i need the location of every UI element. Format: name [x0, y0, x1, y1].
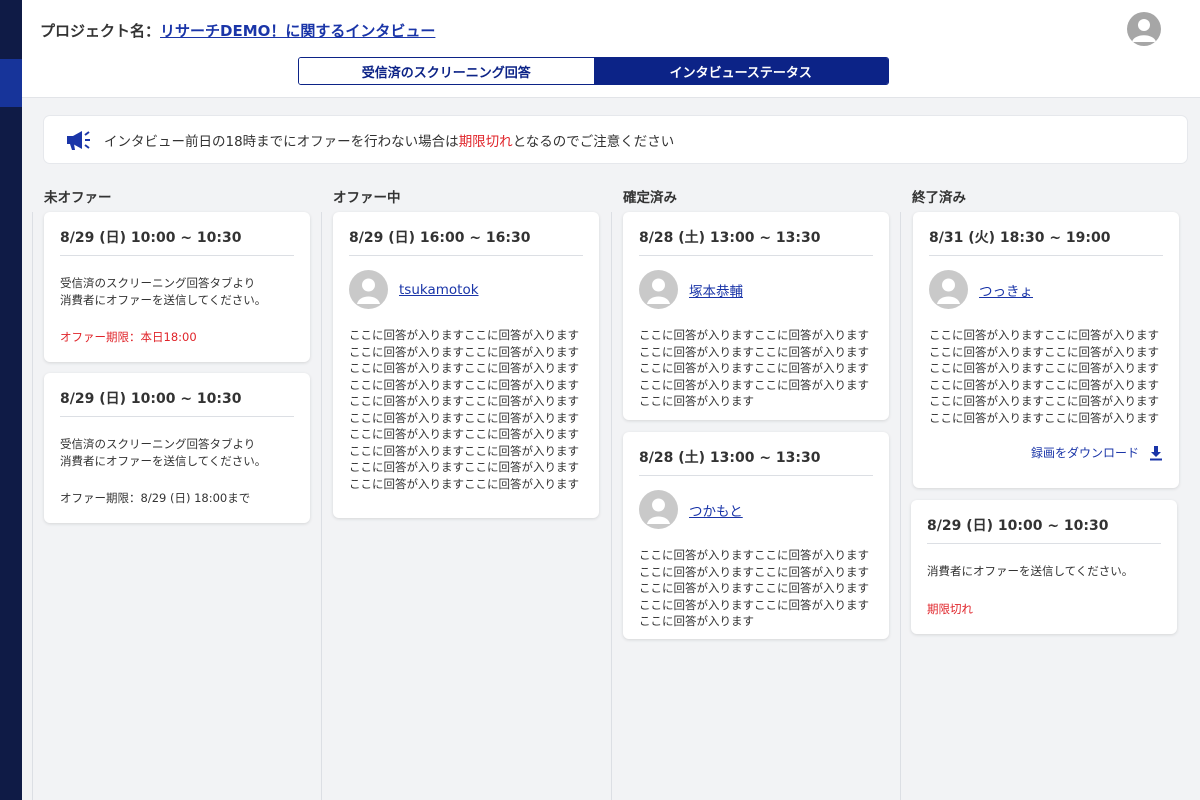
interview-card[interactable]: 8/29 (日) 10:00 ~ 10:30 消費者にオファーを送信してください…: [911, 500, 1177, 634]
answer-text: ここに回答が入りますここに回答が入りますここに回答が入りますここに回答が入ります…: [929, 328, 1159, 425]
sidebar-active-item[interactable]: [0, 59, 22, 107]
notice-banner: インタビュー前日の18時までにオファーを行わない場合は期限切れとなるのでご注意く…: [44, 116, 1187, 163]
card-date: 8/29 (日) 10:00 ~ 10:30: [60, 373, 294, 417]
download-recording-button[interactable]: 録画をダウンロード: [929, 444, 1163, 461]
column-title: オファー中: [333, 190, 401, 206]
card-date: 8/29 (日) 10:00 ~ 10:30: [60, 212, 294, 256]
project-label: プロジェクト名：: [40, 22, 161, 40]
expired-status: 期限切れ: [927, 601, 973, 616]
interview-card[interactable]: 8/29 (日) 16:00 ~ 16:30 tsukamotok ここに回答が…: [333, 212, 599, 518]
avatar-icon: [349, 270, 388, 309]
avatar-icon: [929, 270, 968, 309]
tab-screening-responses[interactable]: 受信済のスクリーニング回答: [299, 58, 594, 84]
answer-text: ここに回答が入りますここに回答が入りますここに回答が入りますここに回答が入ります…: [639, 328, 869, 408]
card-date: 8/28 (土) 13:00 ~ 13:30: [639, 212, 873, 256]
offer-deadline: オファー期限：8/29 (日) 18:00まで: [60, 491, 251, 505]
interview-card[interactable]: 8/29 (日) 10:00 ~ 10:30 受信済のスクリーニング回答タブより…: [44, 212, 310, 362]
respondent-name-link[interactable]: 塚本恭輔: [689, 280, 743, 300]
column-title: 未オファー: [44, 190, 112, 206]
notice-text: インタビュー前日の18時までにオファーを行わない場合は期限切れとなるのでご注意く…: [104, 133, 675, 150]
card-message: 受信済のスクリーニング回答タブより 消費者にオファーを送信してください。: [60, 437, 267, 468]
respondent-row: tsukamotok: [349, 270, 583, 309]
sidebar: [0, 0, 22, 800]
avatar-icon: [639, 270, 678, 309]
card-date: 8/31 (火) 18:30 ~ 19:00: [929, 212, 1163, 256]
respondent-row: つかもと: [639, 490, 873, 529]
download-icon: [1150, 445, 1162, 460]
tab-interview-status[interactable]: インタビューステータス: [593, 58, 888, 84]
answer-text: ここに回答が入りますここに回答が入りますここに回答が入りますここに回答が入ります…: [639, 548, 869, 628]
card-date: 8/29 (日) 10:00 ~ 10:30: [927, 500, 1161, 544]
download-label: 録画をダウンロード: [1030, 446, 1139, 460]
user-avatar-icon[interactable]: [1127, 12, 1161, 46]
tab-bar: 受信済のスクリーニング回答 インタビューステータス: [298, 57, 889, 85]
column-title: 確定済み: [623, 190, 677, 206]
notice-highlight: 期限切れ: [458, 133, 513, 150]
header: プロジェクト名：リサーチDEMO！に関するインタビュー 受信済のスクリーニング回…: [22, 0, 1200, 98]
column-title: 終了済み: [912, 190, 966, 206]
card-date: 8/29 (日) 16:00 ~ 16:30: [349, 212, 583, 256]
card-message: 受信済のスクリーニング回答タブより 消費者にオファーを送信してください。: [60, 276, 267, 307]
megaphone-icon: [67, 130, 90, 150]
interview-card[interactable]: 8/31 (火) 18:30 ~ 19:00 つっきょ ここに回答が入りますここ…: [913, 212, 1179, 488]
project-name-link[interactable]: リサーチDEMO！に関するインタビュー: [160, 22, 435, 40]
interview-card[interactable]: 8/28 (土) 13:00 ~ 13:30 つかもと ここに回答が入りますここ…: [623, 432, 889, 639]
card-date: 8/28 (土) 13:00 ~ 13:30: [639, 432, 873, 476]
project-title: プロジェクト名：リサーチDEMO！に関するインタビュー: [40, 20, 435, 41]
offer-deadline: オファー期限：本日18:00: [60, 330, 197, 344]
respondent-name-link[interactable]: つっきょ: [979, 280, 1033, 300]
respondent-row: 塚本恭輔: [639, 270, 873, 309]
avatar-icon: [639, 490, 678, 529]
respondent-name-link[interactable]: tsukamotok: [399, 282, 479, 298]
respondent-name-link[interactable]: つかもと: [689, 500, 743, 520]
respondent-row: つっきょ: [929, 270, 1163, 309]
card-message: 消費者にオファーを送信してください。: [927, 564, 1134, 578]
interview-card[interactable]: 8/28 (土) 13:00 ~ 13:30 塚本恭輔 ここに回答が入りますここ…: [623, 212, 889, 420]
answer-text: ここに回答が入りますここに回答が入りますここに回答が入りますここに回答が入ります…: [349, 328, 579, 491]
interview-card[interactable]: 8/29 (日) 10:00 ~ 10:30 受信済のスクリーニング回答タブより…: [44, 373, 310, 523]
